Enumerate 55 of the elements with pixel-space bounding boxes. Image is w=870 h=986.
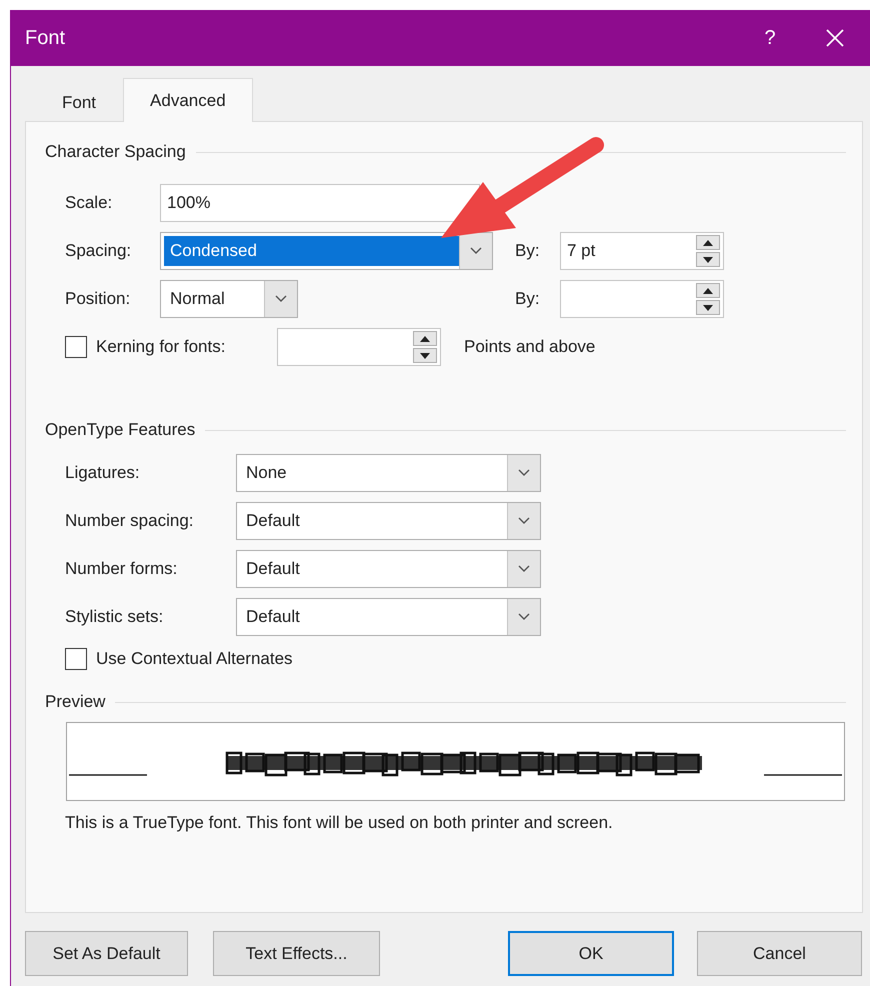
field-label: By: xyxy=(515,241,541,261)
dialog-button[interactable]: Text Effects... xyxy=(213,931,380,976)
triangle-up-icon xyxy=(703,288,713,294)
spin-up-button[interactable] xyxy=(696,283,720,298)
triangle-down-icon xyxy=(703,304,713,310)
dropdown[interactable]: Condensed xyxy=(160,232,493,270)
field-label: By: xyxy=(515,289,541,309)
spin-up-button[interactable] xyxy=(413,331,437,346)
triangle-down-icon xyxy=(703,256,713,262)
tab[interactable]: Font xyxy=(35,83,124,121)
field-label: Number spacing: xyxy=(65,511,195,531)
dialog-button[interactable]: OK xyxy=(508,931,674,976)
info-text: This is a TrueType font. This font will be used on both printer and screen. xyxy=(65,813,614,833)
triangle-up-icon xyxy=(703,240,713,246)
checkbox[interactable] xyxy=(65,648,87,670)
checkbox-label[interactable]: Kerning for fonts: xyxy=(96,337,226,357)
chevron-down-icon xyxy=(518,565,530,573)
chevron-down-icon xyxy=(275,295,287,303)
dropdown[interactable]: None xyxy=(236,454,541,492)
dropdown[interactable]: Normal xyxy=(160,280,298,318)
checkbox[interactable] xyxy=(65,336,87,358)
chevron-down-icon xyxy=(518,517,530,525)
window-title: Font xyxy=(25,26,66,50)
section-heading: Preview xyxy=(45,692,106,712)
spin-down-button[interactable] xyxy=(696,300,720,315)
spin-down-button[interactable] xyxy=(696,252,720,267)
spin-down-button[interactable] xyxy=(413,348,437,363)
dialog-button[interactable]: Cancel xyxy=(697,931,862,976)
close-icon xyxy=(826,29,844,47)
spin-field[interactable] xyxy=(560,280,724,318)
field-label: Ligatures: xyxy=(65,463,141,483)
text-field[interactable]: 100% xyxy=(160,184,480,222)
triangle-up-icon xyxy=(420,336,430,342)
spin-field[interactable] xyxy=(277,328,441,366)
checkbox-label[interactable]: Use Contextual Alternates xyxy=(96,649,293,669)
tab[interactable]: Advanced xyxy=(123,78,253,122)
help-button[interactable]: ? xyxy=(740,10,800,66)
field-label: Number forms: xyxy=(65,559,178,579)
field-label: Position: xyxy=(65,289,132,309)
spin-up-button[interactable] xyxy=(696,235,720,250)
dropdown[interactable]: Default xyxy=(236,598,541,636)
field-label: Points and above xyxy=(464,337,596,357)
field-label: Spacing: xyxy=(65,241,132,261)
dropdown[interactable]: Default xyxy=(236,550,541,588)
section-heading: OpenType Features xyxy=(45,420,196,440)
dialog-button[interactable]: Set As Default xyxy=(25,931,188,976)
dropdown[interactable]: Default xyxy=(236,502,541,540)
section-heading: Character Spacing xyxy=(45,142,186,162)
spin-field[interactable]: 7 pt xyxy=(560,232,724,270)
field-label: Stylistic sets: xyxy=(65,607,164,627)
triangle-down-icon xyxy=(420,352,430,358)
chevron-down-icon xyxy=(518,613,530,621)
chevron-down-icon xyxy=(470,247,482,255)
field-label: Scale: xyxy=(65,193,114,213)
chevron-down-icon xyxy=(518,469,530,477)
